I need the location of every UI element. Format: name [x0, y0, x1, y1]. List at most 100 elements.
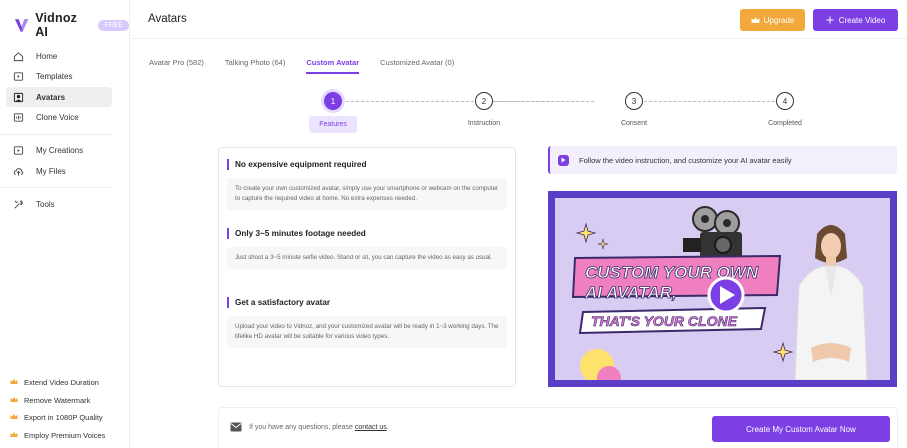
avatar-tabs: Avatar Pro (582) Talking Photo (64) Cust…: [149, 58, 454, 74]
promo-label: Remove Watermark: [24, 395, 91, 405]
create-video-button[interactable]: Create Video: [813, 9, 898, 31]
promo-label: Export in 1080P Quality: [24, 413, 103, 423]
crown-icon: [10, 413, 18, 422]
step-label: Features: [309, 116, 357, 133]
promo-item[interactable]: Export in 1080P Quality: [10, 409, 122, 427]
creations-icon: [12, 145, 24, 157]
app-name: Vidnoz AI: [35, 11, 78, 39]
sidebar-item-my-files[interactable]: My Files: [6, 161, 112, 181]
voice-icon: [12, 112, 24, 124]
custom-avatar-video[interactable]: CUSTOM YOUR OWN AI AVATAR, THAT'S YOUR C…: [548, 191, 897, 387]
feature-title: No expensive equipment required: [227, 158, 507, 170]
promo-label: Employ Premium Voices: [24, 430, 106, 440]
promo-item[interactable]: Employ Premium Voices: [10, 427, 122, 445]
accent-bar: [227, 158, 229, 170]
promo-item[interactable]: Remove Watermark: [10, 392, 122, 410]
cloud-upload-icon: [12, 165, 24, 177]
help-text: If you have any questions, please contac…: [249, 424, 389, 431]
feature-description: Upload your video to Vidnoz, and your cu…: [227, 316, 507, 348]
sidebar-item-label: My Files: [36, 166, 66, 176]
film-camera-icon: [683, 206, 742, 258]
accent-bar: [227, 227, 229, 239]
step-features[interactable]: 1 Features: [293, 92, 373, 133]
progress-stepper: 1 Features 2 Instruction 3 Consent 4 Com…: [220, 92, 900, 142]
avatar-icon: [12, 91, 24, 103]
tab-talking-photo[interactable]: Talking Photo (64): [225, 58, 285, 74]
step-label: Consent: [620, 120, 648, 127]
sidebar-item-label: Home: [36, 51, 58, 61]
step-consent[interactable]: 3 Consent: [594, 92, 674, 130]
tab-avatar-pro[interactable]: Avatar Pro (582): [149, 58, 204, 74]
feature-title-text: Only 3~5 minutes footage needed: [235, 228, 366, 238]
step-instruction[interactable]: 2 Instruction: [444, 92, 524, 130]
banner-artwork: CUSTOM YOUR OWN AI AVATAR, THAT'S YOUR C…: [571, 206, 868, 380]
step-number: 1: [324, 92, 342, 110]
features-card: No expensive equipment required To creat…: [218, 147, 516, 387]
crown-icon: [10, 378, 18, 387]
upgrade-button[interactable]: Upgrade: [740, 9, 805, 31]
app-root: Vidnoz AI FREE Home Templates Avatars Cl…: [0, 0, 907, 448]
instruction-text: Follow the video instruction, and custom…: [579, 155, 792, 165]
sidebar-item-label: Avatars: [36, 92, 66, 102]
crown-icon: [10, 431, 18, 440]
help-question: If you have any questions, please: [249, 424, 353, 431]
sidebar: Vidnoz AI FREE Home Templates Avatars Cl…: [0, 0, 130, 448]
feature-title-text: Get a satisfactory avatar: [235, 297, 331, 307]
header-divider: [131, 38, 907, 39]
sidebar-item-tools[interactable]: Tools: [6, 194, 112, 214]
sidebar-item-label: Templates: [36, 72, 73, 82]
instruction-banner: Follow the video instruction, and custom…: [548, 146, 897, 174]
feature-title: Only 3~5 minutes footage needed: [227, 227, 507, 239]
sidebar-item-label: Clone Voice: [36, 113, 79, 123]
plus-icon: [826, 16, 834, 24]
video-thumbnail: CUSTOM YOUR OWN AI AVATAR, THAT'S YOUR C…: [555, 198, 890, 380]
feature-item: No expensive equipment required To creat…: [227, 158, 507, 210]
step-completed[interactable]: 4 Completed: [745, 92, 825, 130]
premium-features-list: Extend Video Duration Remove Watermark E…: [10, 374, 122, 444]
video-play-icon: [558, 154, 569, 166]
banner-line-3: THAT'S YOUR CLONE: [591, 313, 738, 329]
play-button-icon[interactable]: [707, 276, 745, 314]
contact-us-link[interactable]: contact us: [355, 424, 387, 431]
sidebar-item-templates[interactable]: Templates: [6, 67, 112, 87]
mail-icon: [230, 422, 242, 432]
feature-title: Get a satisfactory avatar: [227, 296, 507, 308]
home-icon: [12, 50, 24, 62]
tab-custom-avatar[interactable]: Custom Avatar: [306, 58, 359, 74]
step-label: Completed: [768, 120, 802, 127]
sidebar-item-label: Tools: [36, 199, 55, 209]
feature-description: Just shoot a 3~5 minute selfie video. St…: [227, 247, 507, 269]
tab-customized-avatar[interactable]: Customized Avatar (0): [380, 58, 454, 74]
sidebar-item-home[interactable]: Home: [6, 46, 112, 66]
vidnoz-logo-icon: [14, 19, 29, 32]
sidebar-item-clone-voice[interactable]: Clone Voice: [6, 108, 112, 128]
crown-icon: [10, 396, 18, 405]
step-number: 3: [625, 92, 643, 110]
templates-icon: [12, 71, 24, 83]
step-label: Instruction: [467, 120, 501, 127]
feature-title-text: No expensive equipment required: [235, 159, 367, 169]
main-nav: Home Templates Avatars Clone Voice My Cr…: [0, 46, 112, 215]
promo-label: Extend Video Duration: [24, 378, 99, 388]
page-title: Avatars: [148, 13, 187, 25]
feature-description: To create your own customized avatar, si…: [227, 178, 507, 210]
sidebar-item-avatars[interactable]: Avatars: [6, 87, 112, 108]
avatar-presenter: [794, 225, 868, 380]
step-number: 4: [776, 92, 794, 110]
crown-icon: [751, 16, 760, 23]
tools-icon: [12, 198, 24, 210]
sidebar-item-label: My Creations: [36, 146, 84, 156]
create-video-label: Create Video: [838, 15, 886, 25]
feature-item: Get a satisfactory avatar Upload your vi…: [227, 296, 507, 348]
create-custom-avatar-button[interactable]: Create My Custom Avatar Now: [712, 416, 890, 442]
promo-item[interactable]: Extend Video Duration: [10, 374, 122, 392]
nav-divider: [0, 133, 112, 135]
banner-line-2: AI AVATAR,: [584, 283, 677, 302]
upgrade-label: Upgrade: [763, 15, 795, 25]
help-suffix: .: [386, 424, 389, 431]
logo[interactable]: Vidnoz AI FREE: [14, 11, 129, 39]
nav-divider: [0, 187, 112, 189]
bottom-action-bar: If you have any questions, please contac…: [218, 407, 898, 448]
accent-bar: [227, 296, 229, 308]
sidebar-item-my-creations[interactable]: My Creations: [6, 141, 112, 161]
